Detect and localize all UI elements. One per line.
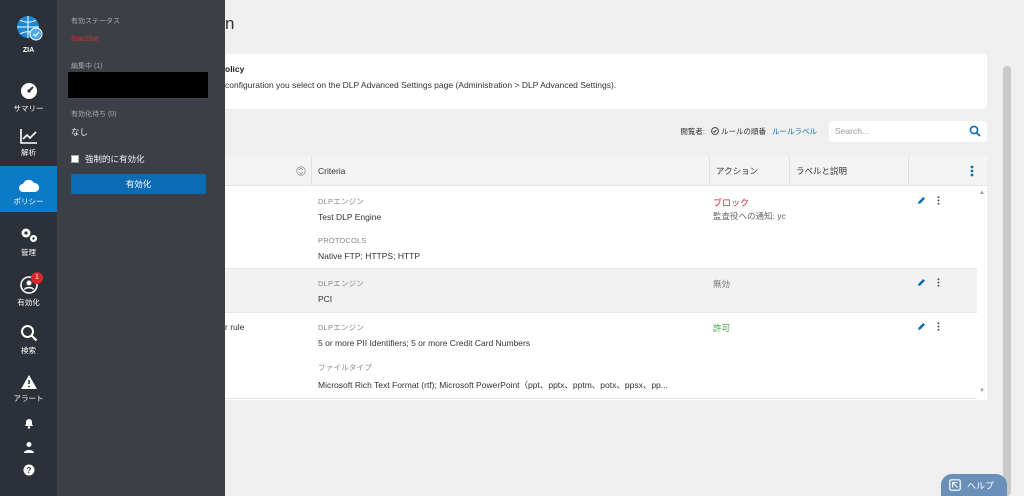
rule-order-option[interactable]: ルールの順番	[711, 126, 766, 137]
main-content: n olicy configuration you select on the …	[225, 0, 1024, 496]
action-value: 無効	[713, 279, 731, 289]
info-card: olicy configuration you select on the DL…	[225, 54, 987, 109]
editing-label: 編集中 (1)	[71, 63, 103, 70]
info-text: configuration you select on the DLP Adva…	[225, 80, 617, 90]
zia-logo[interactable]: ZIA	[0, 14, 57, 54]
nav-label-activation: 有効化	[17, 298, 40, 307]
redacted-box	[68, 72, 208, 98]
criteria-label: DLPエンジン	[318, 197, 364, 206]
nav-item-admin[interactable]: 管理	[0, 226, 57, 262]
column-sort-icon[interactable]	[296, 166, 306, 176]
more-icon[interactable]	[937, 196, 940, 205]
checkbox-box[interactable]	[71, 155, 79, 163]
column-menu-icon[interactable]	[970, 165, 974, 177]
table-row[interactable]: r rule DLPエンジン 5 or more PII Identifiers…	[225, 313, 977, 399]
criteria-label: DLPエンジン	[318, 323, 364, 332]
pending-value: なし	[71, 127, 89, 137]
header-action[interactable]: アクション	[710, 156, 758, 186]
more-icon[interactable]	[937, 278, 940, 287]
table-header: Criteria アクション ラベルと説明	[225, 156, 987, 186]
search-box	[829, 120, 987, 142]
table-scroll-up[interactable]: ▲	[979, 190, 985, 196]
activate-button[interactable]: 有効化	[71, 174, 206, 194]
table-scroll-down[interactable]: ▼	[979, 388, 985, 394]
edit-icon[interactable]	[917, 196, 926, 205]
criteria-value: Microsoft Rich Text Format (rtf); Micros…	[318, 380, 668, 390]
page-title: n	[225, 14, 235, 33]
alert-icon	[20, 375, 37, 389]
help-chat-icon	[949, 479, 961, 491]
nav-item-profile[interactable]	[0, 441, 57, 456]
nav-label-search: 検索	[21, 346, 36, 355]
status-value: Inactive	[71, 34, 99, 43]
criteria-label: ファイルタイプ	[318, 363, 372, 372]
help-button[interactable]: ヘルプ	[941, 474, 1007, 496]
nav-label-policy: ポリシー	[13, 197, 44, 206]
table-toolbar: 閲覧者: ルールの順番 ルールラベル	[680, 120, 987, 142]
gears-icon	[21, 228, 37, 242]
criteria-value: 5 or more PII Identifiers; 5 or more Cre…	[318, 338, 531, 348]
more-icon[interactable]	[937, 322, 940, 331]
nav-item-notifications[interactable]	[0, 417, 57, 432]
header-label-desc[interactable]: ラベルと説明	[790, 156, 847, 186]
bell-icon	[24, 419, 33, 429]
rules-table: Criteria アクション ラベルと説明 DLPエンジン Test DLP E…	[225, 156, 987, 400]
help-label: ヘルプ	[967, 480, 995, 491]
view-label: 閲覧者:	[680, 126, 705, 136]
table-row[interactable]: DLPエンジン Test DLP Engine PROTOCOLS Native…	[225, 187, 977, 269]
globe-icon	[16, 16, 42, 41]
info-title: olicy	[225, 64, 245, 74]
rule-name: r rule	[225, 322, 245, 332]
cloud-icon	[18, 179, 39, 192]
nav-item-alerts[interactable]: アラート	[0, 374, 57, 410]
nav-label-alerts: アラート	[13, 394, 44, 403]
nav-item-policy[interactable]: ポリシー	[0, 166, 57, 212]
gauge-icon	[20, 83, 37, 99]
search-icon[interactable]	[969, 125, 981, 137]
pending-label: 有効化待ち (0)	[71, 111, 117, 118]
criteria-label: PROTOCOLS	[318, 236, 367, 245]
criteria-value: PCI	[318, 294, 333, 304]
nav-label-admin: 管理	[21, 248, 36, 257]
nav-label-summary: サマリー	[13, 104, 44, 113]
rule-label-link[interactable]: ルールラベル	[772, 126, 817, 137]
criteria-value: Test DLP Engine	[318, 212, 382, 222]
status-label: 有効ステータス	[71, 18, 120, 25]
edit-icon[interactable]	[917, 278, 926, 287]
chart-icon	[19, 129, 37, 144]
nav-label-analytics: 解析	[21, 148, 36, 157]
logo-label: ZIA	[22, 47, 35, 54]
activation-count-badge: 1	[31, 272, 43, 284]
action-sub: 監査役への通知: yc	[713, 211, 786, 221]
nav-item-activation[interactable]: 1 有効化	[0, 272, 57, 312]
force-activate-checkbox[interactable]: 強制的に有効化	[71, 153, 145, 165]
page-scrollbar[interactable]	[1002, 56, 1012, 496]
force-activate-label: 強制的に有効化	[85, 154, 145, 164]
radio-check-icon	[711, 127, 719, 135]
nav-item-help[interactable]: ?	[0, 464, 57, 479]
column-divider	[908, 156, 909, 186]
activation-flyout: 有効ステータス Inactive 編集中 (1) 有効化待ち (0) なし 強制…	[57, 0, 225, 496]
action-value: 許可	[713, 323, 731, 333]
search-input[interactable]	[835, 126, 969, 136]
criteria-label: DLPエンジン	[318, 279, 364, 288]
table-row[interactable]: DLPエンジン PCI 無効	[225, 269, 977, 313]
nav-item-analytics[interactable]: 解析	[0, 128, 57, 164]
svg-text:?: ?	[26, 466, 31, 475]
scrollbar-thumb[interactable]	[1003, 66, 1011, 496]
user-icon	[23, 442, 34, 453]
edit-icon[interactable]	[917, 322, 926, 331]
criteria-value: Native FTP; HTTPS; HTTP	[318, 251, 421, 261]
rule-order-label: ルールの順番	[721, 126, 766, 136]
action-value: ブロック	[713, 198, 750, 208]
header-criteria[interactable]: Criteria	[312, 156, 345, 186]
nav-item-search[interactable]: 検索	[0, 324, 57, 360]
search-icon	[20, 325, 37, 342]
nav-item-summary[interactable]: サマリー	[0, 80, 57, 116]
left-nav: ZIA サマリー 解析 ポリシー 管理 1 有効化 検索 アラート ?	[0, 0, 57, 496]
help-icon: ?	[23, 464, 34, 476]
